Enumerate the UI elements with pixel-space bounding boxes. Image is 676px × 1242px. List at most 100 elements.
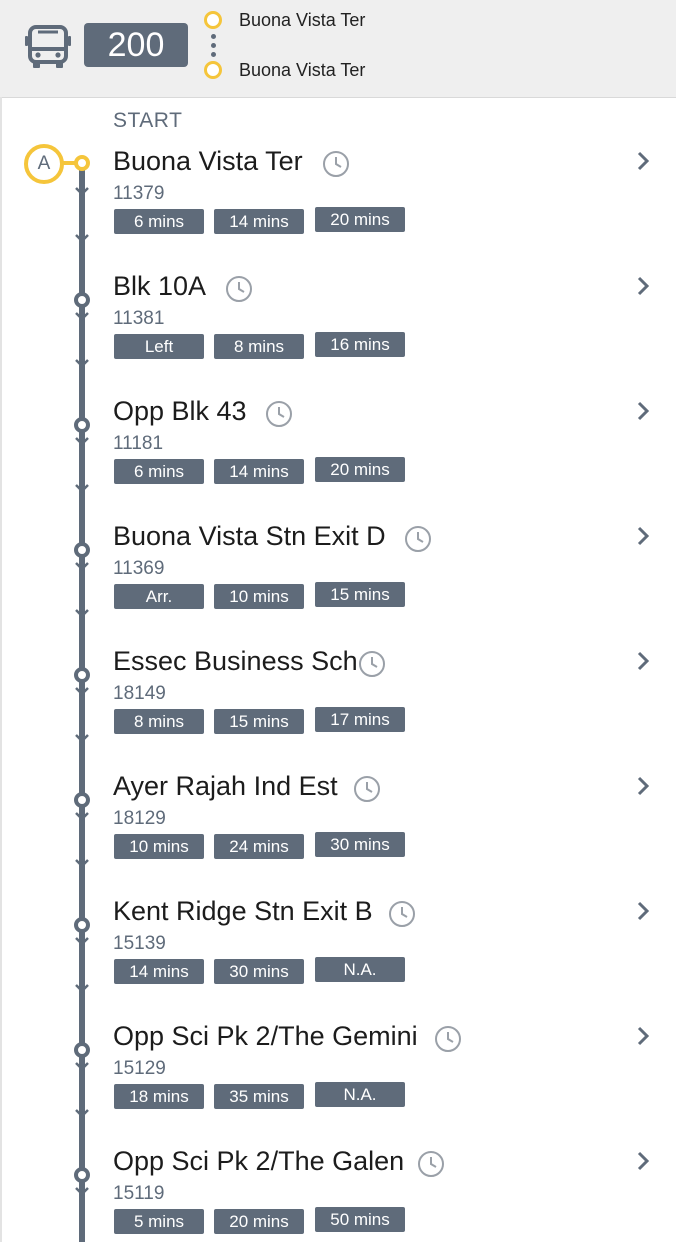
arrival-time-chip: 5 mins	[114, 1209, 204, 1234]
stop-name: Buona Vista Ter	[113, 146, 303, 176]
arrival-time-chip: 35 mins	[214, 1084, 304, 1109]
route-dots-icon	[211, 43, 216, 48]
route-dots-icon	[211, 52, 216, 57]
clock-icon[interactable]	[434, 1025, 462, 1053]
arrival-time-chip: 24 mins	[214, 834, 304, 859]
arrival-time-chip: 17 mins	[315, 707, 405, 732]
stop-node-icon	[74, 292, 90, 308]
arrival-time-chip: 6 mins	[114, 459, 204, 484]
down-arrow-icon	[75, 359, 89, 368]
down-arrow-icon	[75, 562, 89, 571]
stop-node-icon	[74, 417, 90, 433]
stop-code: 18129	[113, 808, 166, 829]
down-arrow-icon	[75, 1187, 89, 1196]
stop-row[interactable]: Blk 10A 11381 Left 8 mins 16 mins	[0, 271, 676, 396]
arrival-time-chip: 14 mins	[214, 459, 304, 484]
stop-row[interactable]: Buona Vista Stn Exit D 11369 Arr. 10 min…	[0, 521, 676, 646]
stop-code: 18149	[113, 683, 166, 704]
stop-name: Buona Vista Stn Exit D	[113, 521, 386, 551]
stop-row[interactable]: Opp Blk 43 11181 6 mins 14 mins 20 mins	[0, 396, 676, 521]
stop-name: Opp Blk 43	[113, 396, 247, 426]
destination-stop: Buona Vista Ter	[239, 60, 366, 80]
stop-node-icon	[74, 792, 90, 808]
chevron-right-icon[interactable]	[634, 1150, 652, 1172]
arrival-time-chip: 14 mins	[214, 209, 304, 234]
chevron-right-icon[interactable]	[634, 900, 652, 922]
down-arrow-icon	[75, 437, 89, 446]
stop-row[interactable]: Opp Sci Pk 2/The Galen 15119 5 mins 20 m…	[0, 1146, 676, 1242]
stop-row[interactable]: Ayer Rajah Ind Est 18129 10 mins 24 mins…	[0, 771, 676, 896]
arrival-time-chip: 8 mins	[114, 709, 204, 734]
arrival-time-chip: 20 mins	[214, 1209, 304, 1234]
down-arrow-icon	[75, 1062, 89, 1071]
arrival-time-chip: 30 mins	[214, 959, 304, 984]
route-header: 200 Buona Vista Ter Buona Vista Ter	[0, 0, 676, 98]
bus-icon	[25, 25, 71, 68]
arrival-time-chip: 6 mins	[114, 209, 204, 234]
stop-code: 11181	[113, 433, 164, 454]
stop-node-icon	[74, 542, 90, 558]
down-arrow-icon	[75, 859, 89, 868]
down-arrow-icon	[75, 937, 89, 946]
arrival-time-chip: 8 mins	[214, 334, 304, 359]
arrival-time-chip: 14 mins	[114, 959, 204, 984]
down-arrow-icon	[75, 687, 89, 696]
down-arrow-icon	[75, 609, 89, 618]
route-number-badge: 200	[84, 23, 188, 67]
clock-icon[interactable]	[322, 150, 350, 178]
down-arrow-icon	[75, 484, 89, 493]
down-arrow-icon	[75, 187, 89, 196]
chevron-right-icon[interactable]	[634, 775, 652, 797]
stop-node-icon	[74, 917, 90, 933]
clock-icon[interactable]	[404, 525, 432, 553]
arrival-time-chip: Left	[114, 334, 204, 359]
stop-code: 15139	[113, 933, 166, 954]
route-dots-icon	[211, 34, 216, 39]
chevron-right-icon[interactable]	[634, 525, 652, 547]
clock-icon[interactable]	[353, 775, 381, 803]
stop-code: 11381	[113, 308, 165, 329]
down-arrow-icon	[75, 312, 89, 321]
start-label: START	[113, 109, 183, 132]
arrival-time-chip: N.A.	[315, 957, 405, 982]
stop-name: Kent Ridge Stn Exit B	[113, 896, 373, 926]
origin-stop: Buona Vista Ter	[239, 10, 366, 30]
down-arrow-icon	[75, 734, 89, 743]
origin-dot-icon	[204, 11, 222, 29]
chevron-right-icon[interactable]	[634, 275, 652, 297]
stop-name: Blk 10A	[113, 271, 207, 301]
arrival-time-chip: 20 mins	[315, 457, 405, 482]
stop-code: 11369	[113, 558, 165, 579]
clock-icon[interactable]	[417, 1150, 445, 1178]
chevron-right-icon[interactable]	[634, 400, 652, 422]
stop-row[interactable]: Essec Business Sch 18149 8 mins 15 mins …	[0, 646, 676, 771]
stop-node-icon	[74, 667, 90, 683]
chevron-right-icon[interactable]	[634, 650, 652, 672]
chevron-right-icon[interactable]	[634, 150, 652, 172]
arrival-time-chip: 30 mins	[315, 832, 405, 857]
stop-row[interactable]: Opp Sci Pk 2/The Gemini 15129 18 mins 35…	[0, 1021, 676, 1146]
clock-icon[interactable]	[388, 900, 416, 928]
clock-icon[interactable]	[265, 400, 293, 428]
clock-icon[interactable]	[358, 650, 386, 678]
down-arrow-icon	[75, 234, 89, 243]
stop-node-icon	[74, 1042, 90, 1058]
arrival-time-chip: Arr.	[114, 584, 204, 609]
stop-name: Ayer Rajah Ind Est	[113, 771, 338, 801]
destination-dot-icon	[204, 61, 222, 79]
chevron-right-icon[interactable]	[634, 1025, 652, 1047]
down-arrow-icon	[75, 1109, 89, 1118]
arrival-time-chip: 10 mins	[214, 584, 304, 609]
stop-code: 15119	[113, 1183, 165, 1204]
stop-node-icon	[74, 1167, 90, 1183]
arrival-time-chip: N.A.	[315, 1082, 405, 1107]
down-arrow-icon	[75, 812, 89, 821]
arrival-time-chip: 20 mins	[315, 207, 405, 232]
arrival-time-chip: 16 mins	[315, 332, 405, 357]
stop-name: Opp Sci Pk 2/The Gemini	[113, 1021, 418, 1051]
stop-code: 15129	[113, 1058, 166, 1079]
stop-row[interactable]: Kent Ridge Stn Exit B 15139 14 mins 30 m…	[0, 896, 676, 1021]
arrival-time-chip: 15 mins	[214, 709, 304, 734]
stop-row[interactable]: Buona Vista Ter 11379 6 mins 14 mins 20 …	[0, 146, 676, 271]
clock-icon[interactable]	[225, 275, 253, 303]
